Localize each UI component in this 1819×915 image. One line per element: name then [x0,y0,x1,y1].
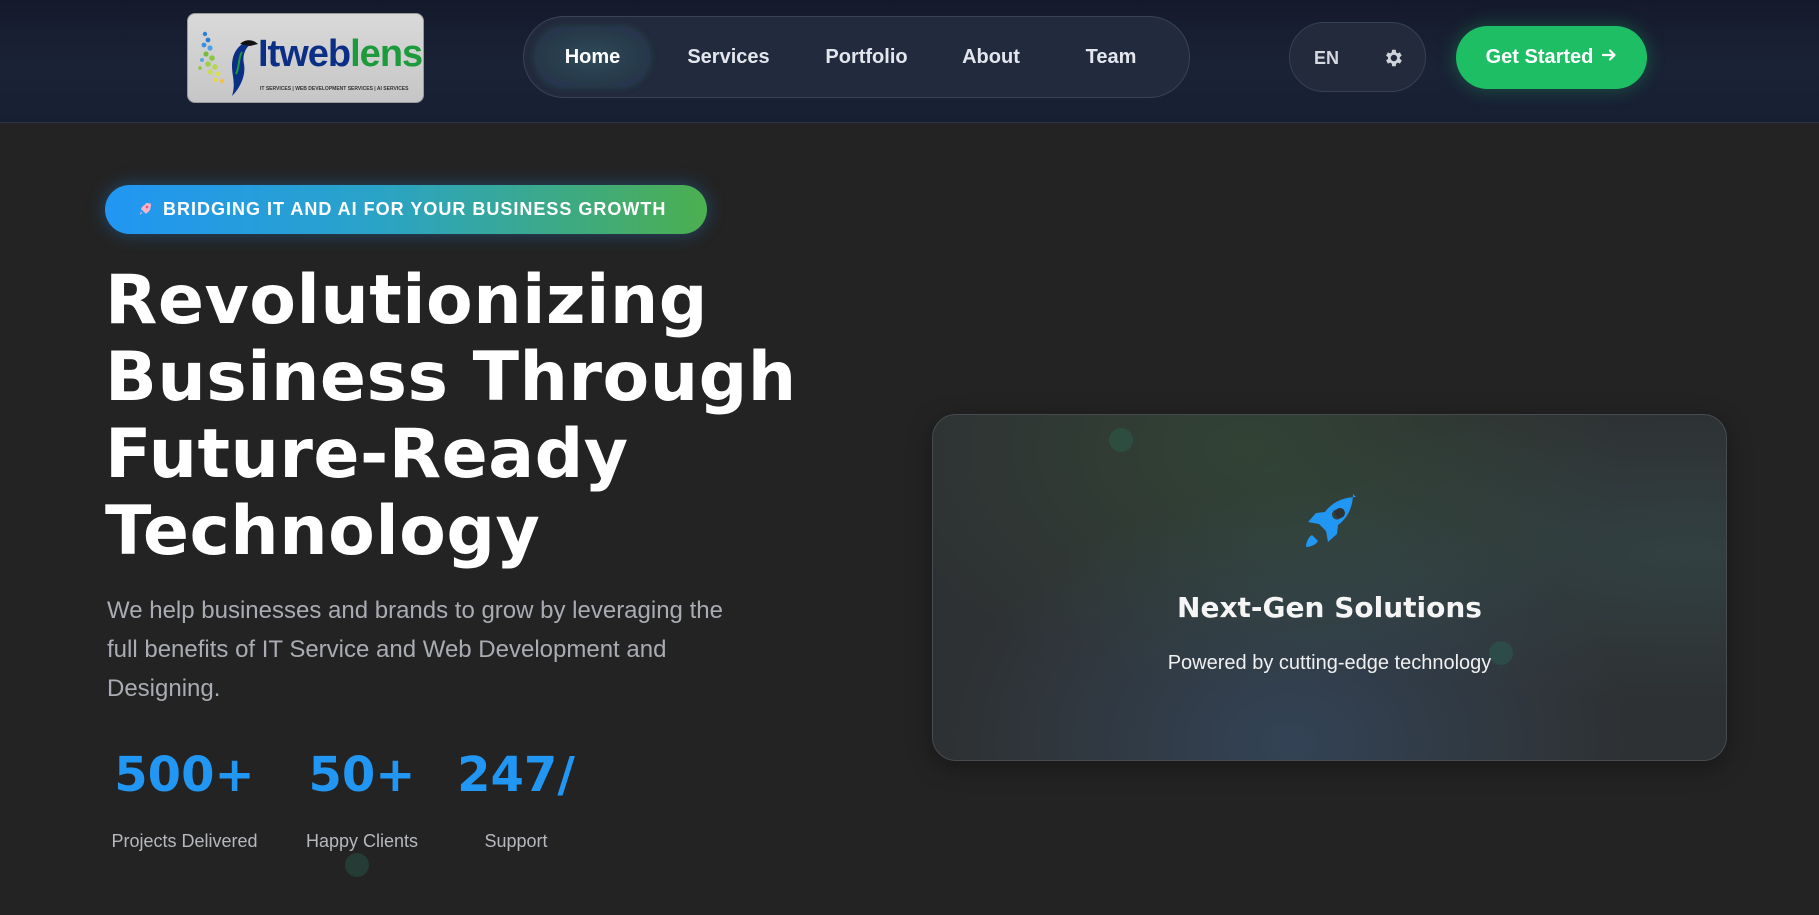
stat-projects-label: Projects Delivered [111,831,258,851]
card-title: Next-Gen Solutions [1177,591,1482,624]
hero-badge-text: BRIDGING IT AND AI FOR YOUR BUSINESS GRO… [163,199,667,219]
nav-home[interactable]: Home [535,27,650,87]
hero-title-line: Future-Ready [105,415,629,494]
get-started-button[interactable]: Get Started [1456,26,1647,89]
get-started-label: Get Started [1485,46,1594,68]
hero-title: Revolutionizing Business Through Future-… [105,262,825,570]
language-switcher[interactable]: EN [1289,22,1426,92]
hero-title-line: Technology [105,492,541,571]
nav-team[interactable]: Team [1061,27,1161,87]
main-nav: Home Services Portfolio About Team [523,16,1190,98]
decorative-dot [1489,641,1513,665]
hero-title-line: Business Through [105,338,797,417]
stat-clients-label: Happy Clients [305,831,419,851]
gear-icon[interactable] [1382,47,1404,74]
decorative-dot [345,853,369,877]
hero-subtitle: We help businesses and brands to grow by… [107,597,723,702]
stat-support-label: Support [484,831,548,851]
logo[interactable]: Itweblens IT SERVICES | WEB DEVELOPMENT … [187,13,424,103]
nav-services[interactable]: Services [671,27,786,87]
stat-projects-value: 500+ [114,747,255,803]
stat-support-value: 247/ [457,747,575,803]
nav-portfolio[interactable]: Portfolio [809,27,924,87]
decorative-dot [1109,428,1133,452]
hero-title-line: Revolutionizing [105,261,708,340]
nav-about[interactable]: About [941,27,1041,87]
logo-wordmark: Itweblens [258,33,423,75]
site-header: Itweblens IT SERVICES | WEB DEVELOPMENT … [0,0,1819,123]
arrow-right-icon [1601,26,1617,89]
hero-badge: BRIDGING IT AND AI FOR YOUR BUSINESS GRO… [105,185,707,234]
stat-clients-value: 50+ [308,747,416,803]
language-label[interactable]: EN [1314,23,1339,93]
feature-card: Next-Gen Solutions Powered by cutting-ed… [932,414,1727,761]
rocket-icon [1298,491,1362,560]
card-subtitle: Powered by cutting-edge technology [1167,652,1492,674]
rocket-icon [137,199,153,219]
logo-tagline: IT SERVICES | WEB DEVELOPMENT SERVICES |… [260,86,409,92]
